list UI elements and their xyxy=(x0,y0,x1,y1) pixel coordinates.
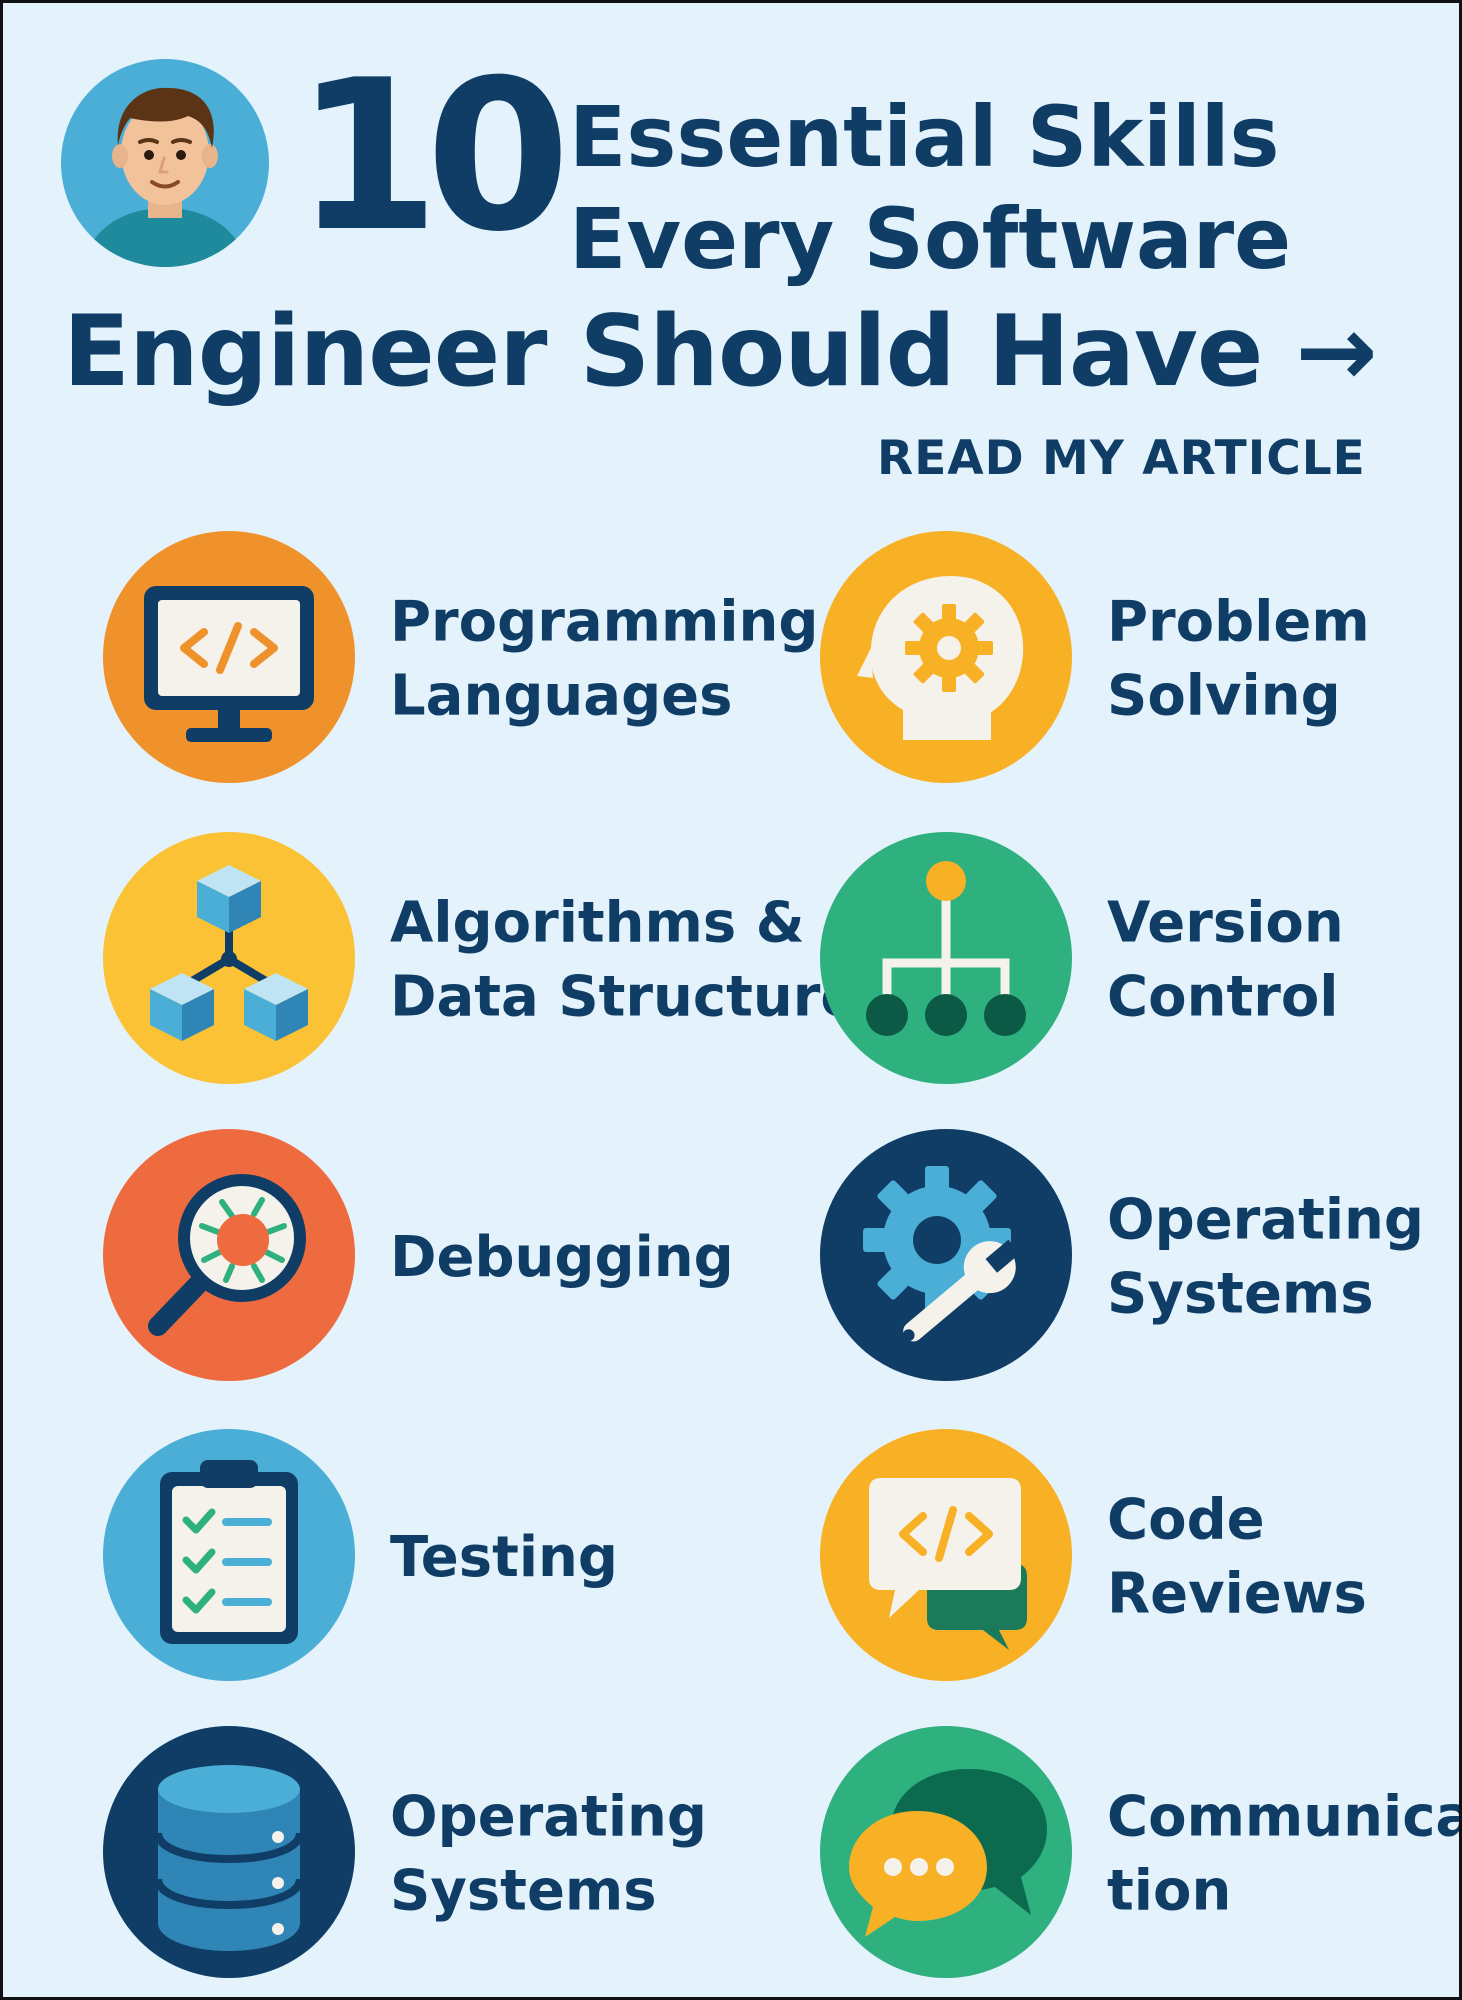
skill-communication: Communica- tion xyxy=(819,1725,1459,1985)
gear-wrench-icon xyxy=(819,1128,1073,1382)
code-monitor-icon xyxy=(102,530,356,784)
skill-label: Testing xyxy=(390,1524,618,1590)
skill-label: Communica- tion xyxy=(1107,1784,1462,1924)
skill-label: Code Reviews xyxy=(1107,1487,1367,1627)
skill-label: Algorithms & Data Structures xyxy=(390,890,892,1030)
magnifier-bug-icon xyxy=(102,1128,356,1382)
skill-testing: Testing xyxy=(102,1428,802,1688)
code-speech-bubble-icon xyxy=(819,1428,1073,1682)
database-icon xyxy=(102,1725,356,1979)
skill-algorithms-data-structures: Algorithms & Data Structures xyxy=(102,831,892,1091)
skill-debugging: Debugging xyxy=(102,1128,802,1388)
skill-code-reviews: Code Reviews xyxy=(819,1428,1439,1688)
title-line-2: Every Software xyxy=(569,190,1292,288)
skill-label: Operating Systems xyxy=(390,1784,707,1924)
branch-tree-icon xyxy=(819,831,1073,1085)
skill-operating-systems: Operating Systems xyxy=(819,1128,1439,1388)
skill-programming-languages: Programming Languages xyxy=(102,530,818,790)
read-article-link[interactable]: READ MY ARTICLE xyxy=(877,431,1366,486)
cubes-icon xyxy=(102,831,356,1085)
skill-problem-solving: Problem Solving xyxy=(819,530,1439,790)
head-gear-icon xyxy=(819,530,1073,784)
title-line-1: Essential Skills xyxy=(569,88,1280,186)
avatar xyxy=(60,58,270,268)
skill-label: Programming Languages xyxy=(390,589,819,729)
infographic-page: 10 Essential Skills Every Software Engin… xyxy=(0,0,1462,2000)
skill-label: Problem Solving xyxy=(1107,589,1370,729)
skill-label: Version Control xyxy=(1107,890,1344,1030)
title-line-3: Engineer Should Have → xyxy=(63,295,1378,409)
person-avatar-icon xyxy=(61,59,269,267)
skill-label: Operating Systems xyxy=(1107,1187,1424,1327)
chat-bubbles-icon xyxy=(819,1725,1073,1979)
skill-version-control: Version Control xyxy=(819,831,1439,1091)
clipboard-checklist-icon xyxy=(102,1428,356,1682)
skill-label: Debugging xyxy=(390,1224,734,1290)
skill-operating-systems-database: Operating Systems xyxy=(102,1725,802,1985)
title-number: 10 xyxy=(295,36,570,278)
